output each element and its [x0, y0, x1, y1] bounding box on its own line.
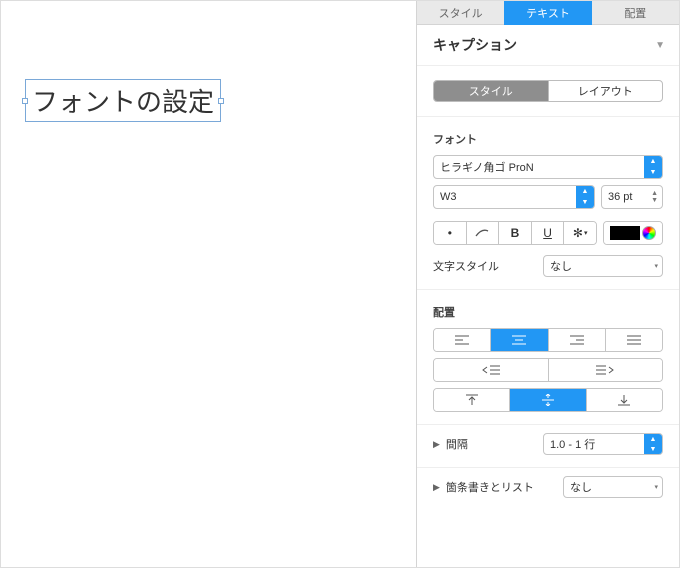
chevron-down-icon: ▼	[655, 40, 665, 51]
font-family-stepper[interactable]: ▲▼	[644, 156, 662, 178]
line-spacing-select[interactable]: 1.0 - 1 行 ▲▼	[543, 433, 663, 455]
bullets-select[interactable]: なし ▾	[563, 476, 663, 498]
font-label: フォント	[433, 131, 663, 147]
char-style-chevron: ▾	[654, 256, 658, 276]
char-style-label: 文字スタイル	[433, 258, 499, 274]
text-content[interactable]: フォントの設定	[32, 82, 214, 119]
char-style-select[interactable]: なし ▾	[543, 255, 663, 277]
bullets-group: ▶ 箇条書きとリスト なし ▾	[417, 467, 679, 510]
font-size-value: 36 pt	[608, 191, 632, 203]
pill-style[interactable]: スタイル	[434, 81, 548, 101]
tab-style[interactable]: スタイル	[417, 1, 504, 25]
gear-icon: ✻	[573, 226, 583, 240]
spacing-group: ▶ 間隔 1.0 - 1 行 ▲▼	[417, 424, 679, 467]
font-size-stepper[interactable]: ▲▼	[651, 186, 658, 208]
bullets-chevron: ▾	[654, 477, 658, 497]
font-weight-value: W3	[440, 191, 457, 203]
align-left-button[interactable]	[434, 329, 490, 351]
bullets-value: なし	[570, 479, 592, 495]
bullets-label: 箇条書きとリスト	[446, 479, 534, 495]
document-canvas[interactable]: フォントの設定	[1, 1, 416, 567]
align-justify-button[interactable]	[605, 329, 662, 351]
paragraph-style-name: キャプション	[433, 35, 517, 55]
align-right-button[interactable]	[548, 329, 605, 351]
bold-button[interactable]: B	[498, 222, 531, 244]
font-family-value: ヒラギノ角ゴ ProN	[440, 159, 534, 175]
triangle-right-icon: ▶	[433, 439, 440, 450]
text-box[interactable]: フォントの設定	[25, 79, 221, 122]
pill-layout[interactable]: レイアウト	[548, 81, 663, 101]
font-weight-stepper[interactable]: ▲▼	[576, 186, 594, 208]
h-align-row	[433, 328, 663, 352]
text-color-well[interactable]	[603, 221, 663, 245]
indent-row	[433, 358, 663, 382]
v-align-row	[433, 388, 663, 412]
tab-text[interactable]: テキスト	[504, 1, 591, 25]
line-spacing-stepper[interactable]: ▲▼	[644, 434, 662, 454]
font-family-select[interactable]: ヒラギノ角ゴ ProN ▲▼	[433, 155, 663, 179]
alignment-label: 配置	[433, 304, 663, 320]
alignment-group: 配置	[417, 289, 679, 424]
spacing-disclosure[interactable]: ▶ 間隔	[433, 436, 468, 452]
font-group: フォント ヒラギノ角ゴ ProN ▲▼ W3 ▲▼ 36 pt ▲▼ • B U	[417, 116, 679, 289]
color-wheel-icon	[642, 226, 656, 240]
valign-top-button[interactable]	[434, 389, 509, 411]
font-weight-select[interactable]: W3 ▲▼	[433, 185, 595, 209]
advanced-gear-button[interactable]: ✻▾	[563, 222, 596, 244]
color-swatch	[610, 226, 640, 240]
triangle-right-icon: ▶	[433, 482, 440, 493]
subtab-pills: スタイル レイアウト	[433, 80, 663, 102]
strike-button[interactable]	[466, 222, 499, 244]
bullets-disclosure[interactable]: ▶ 箇条書きとリスト	[433, 479, 534, 495]
resize-handle-left[interactable]	[22, 98, 28, 104]
line-spacing-value: 1.0 - 1 行	[550, 436, 595, 452]
char-style-value: なし	[550, 258, 572, 274]
valign-bottom-button[interactable]	[586, 389, 662, 411]
align-center-button[interactable]	[490, 329, 547, 351]
indent-button[interactable]	[548, 359, 663, 381]
chevron-down-icon: ▾	[584, 229, 588, 237]
resize-handle-right[interactable]	[218, 98, 224, 104]
outdent-button[interactable]	[434, 359, 548, 381]
paragraph-style-header[interactable]: キャプション ▼	[417, 25, 679, 66]
valign-middle-button[interactable]	[509, 389, 585, 411]
inspector-tabs: スタイル テキスト 配置	[417, 1, 679, 25]
inspector-panel: スタイル テキスト 配置 キャプション ▼ スタイル レイアウト フォント ヒラ…	[416, 1, 679, 567]
spacing-label: 間隔	[446, 436, 468, 452]
bullet-button[interactable]: •	[434, 222, 466, 244]
text-style-row: • B U ✻▾	[433, 221, 597, 245]
underline-button[interactable]: U	[531, 222, 564, 244]
strike-icon	[475, 228, 489, 238]
font-size-field[interactable]: 36 pt ▲▼	[601, 185, 663, 209]
tab-arrange[interactable]: 配置	[592, 1, 679, 25]
